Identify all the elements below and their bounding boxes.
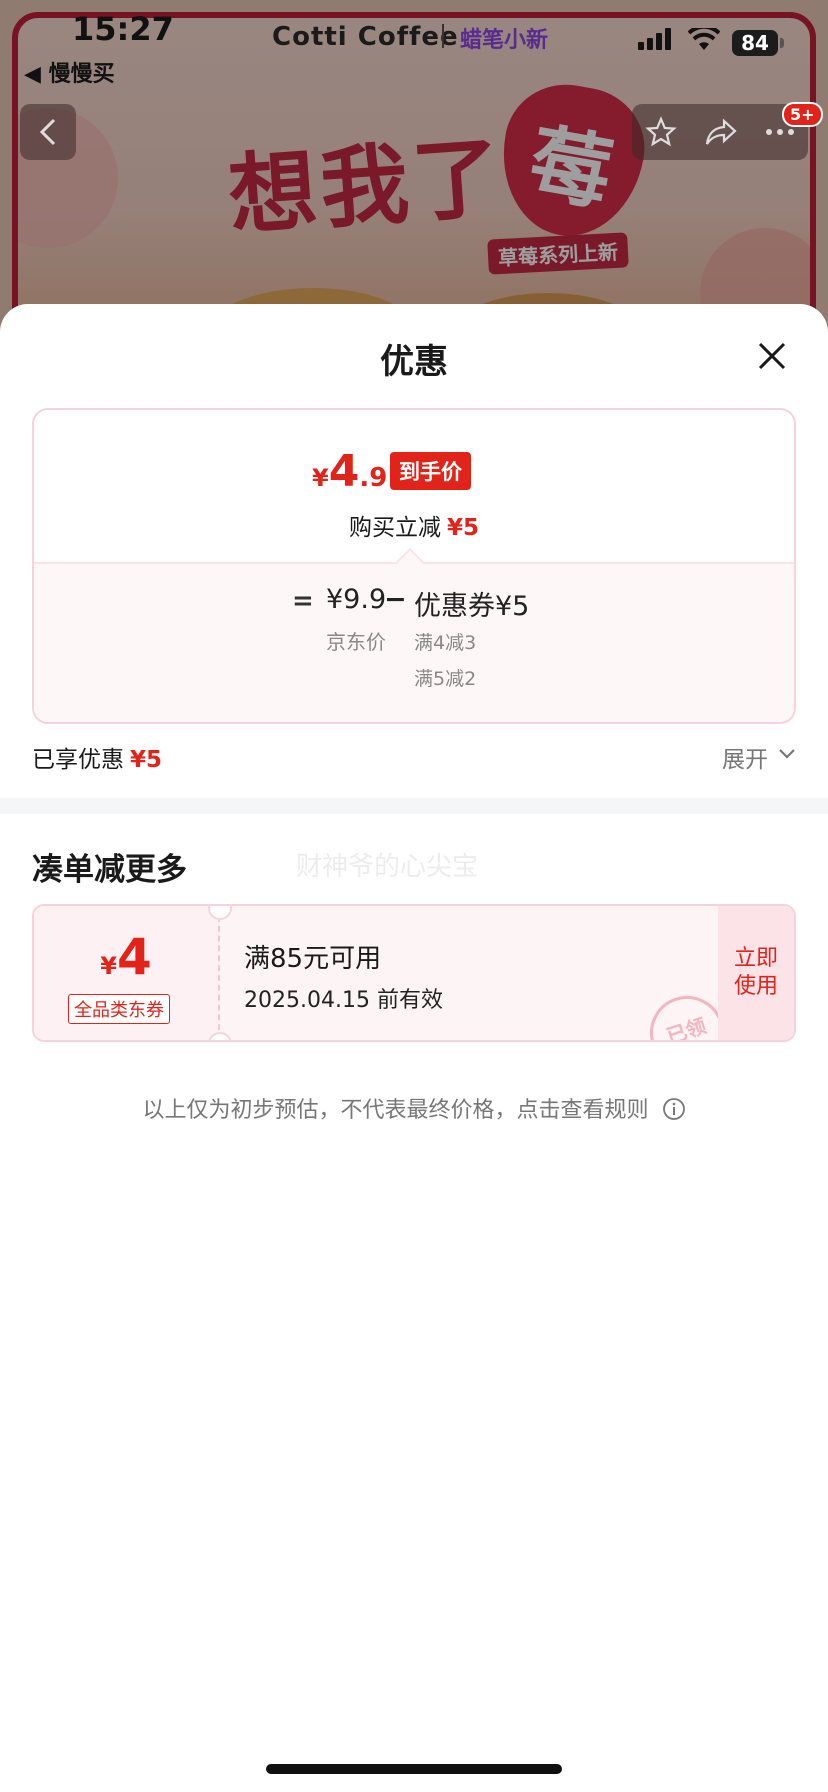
coupon-type-badge: 全品类东券 <box>68 994 170 1024</box>
final-price-integer: 4 <box>328 446 360 497</box>
minus-sign: − <box>384 584 407 615</box>
home-indicator[interactable] <box>266 1764 562 1774</box>
disclaimer-text: 以上仅为初步预估，不代表最终价格，点击查看规则 <box>142 1098 649 1123</box>
rules-disclaimer-link[interactable]: 以上仅为初步预估，不代表最终价格，点击查看规则 <box>0 1092 828 1124</box>
coupon-amount: ¥4 <box>34 928 218 986</box>
price-summary: ¥4.9 到手价 购买立减 ¥5 <box>34 410 794 562</box>
jd-price-label: 京东价 <box>326 630 386 654</box>
status-bar: 15:27 Cotti Coffee 蜡笔小新 84 <box>0 0 828 56</box>
instant-discount-label: 购买立减 <box>348 515 441 541</box>
discount-sheet: 优惠 ¥4.9 到手价 购买立减 ¥5 = ¥9.9 京东价 − 优惠券¥5 满4… <box>0 304 828 1792</box>
section-divider <box>0 798 828 814</box>
final-price: ¥4.9 <box>312 446 387 497</box>
signal-icon <box>638 28 671 50</box>
coupon-total: 优惠券¥5 <box>414 591 530 622</box>
chevron-left-icon <box>39 118 56 146</box>
brand-logo: Cotti Coffee <box>272 22 459 52</box>
more-discount-title: 凑单减更多 <box>32 852 187 888</box>
share-icon[interactable] <box>704 117 738 147</box>
expand-button[interactable]: 展开 <box>722 740 768 774</box>
coupon-expiry: 2025.04.15 前有效 <box>244 988 443 1013</box>
coupon-rule: 满4减3 <box>414 632 477 654</box>
info-icon[interactable] <box>662 1097 686 1121</box>
chevron-down-icon[interactable] <box>778 748 796 760</box>
wifi-icon <box>688 28 720 50</box>
use-now-label-line2: 使用 <box>733 974 778 999</box>
final-price-tag: 到手价 <box>390 452 471 490</box>
status-time: 15:27 <box>72 10 174 48</box>
enjoyed-discount-label: 已享优惠 <box>32 747 124 773</box>
enjoyed-discount-amount: ¥5 <box>130 747 163 773</box>
back-button[interactable] <box>20 104 76 160</box>
close-icon[interactable] <box>752 336 792 376</box>
enjoyed-discount: 已享优惠 ¥5 <box>32 740 162 774</box>
collab-logo: 蜡笔小新 <box>460 28 549 53</box>
price-breakdown-card: ¥4.9 到手价 购买立减 ¥5 = ¥9.9 京东价 − 优惠券¥5 满4减3 … <box>32 408 796 724</box>
coupon-card[interactable]: ¥4 全品类东券 满85元可用 2025.04.15 前有效 已领 立即 使用 <box>32 904 796 1042</box>
final-price-decimal: .9 <box>359 463 388 493</box>
watermark: 财神爷的心尖宝 <box>296 852 479 882</box>
battery-tip <box>780 38 784 48</box>
use-now-button[interactable]: 立即 使用 <box>718 906 794 1040</box>
coupon-value-panel: ¥4 全品类东券 <box>34 906 220 1040</box>
coupon-rule: 满5减2 <box>414 668 477 690</box>
coupon-condition: 满85元可用 <box>244 944 382 974</box>
more-icon[interactable] <box>765 128 795 136</box>
currency-symbol: ¥ <box>312 464 329 492</box>
battery-indicator: 84 <box>732 30 778 56</box>
brand-divider <box>442 24 444 48</box>
coupon-amount-value: 4 <box>116 928 152 986</box>
use-now-label-line1: 立即 <box>733 946 778 971</box>
instant-discount: 购买立减 ¥5 <box>34 508 794 542</box>
background-page: 想我了 莓 草莓系列上新 15:27 Cotti Coffee 蜡笔小新 84 … <box>0 0 828 340</box>
instant-discount-amount: ¥5 <box>446 515 479 541</box>
back-to-app-link[interactable]: ◀ 慢慢买 <box>24 56 115 88</box>
sheet-title: 优惠 <box>380 342 448 382</box>
jd-price: ¥9.9 <box>326 584 387 615</box>
message-badge: 5+ <box>782 102 823 127</box>
price-formula: = ¥9.9 京东价 − 优惠券¥5 满4减3 满5减2 <box>34 562 794 722</box>
star-icon[interactable] <box>645 116 678 148</box>
currency-symbol: ¥ <box>100 952 117 980</box>
equals-sign: = <box>292 586 314 616</box>
